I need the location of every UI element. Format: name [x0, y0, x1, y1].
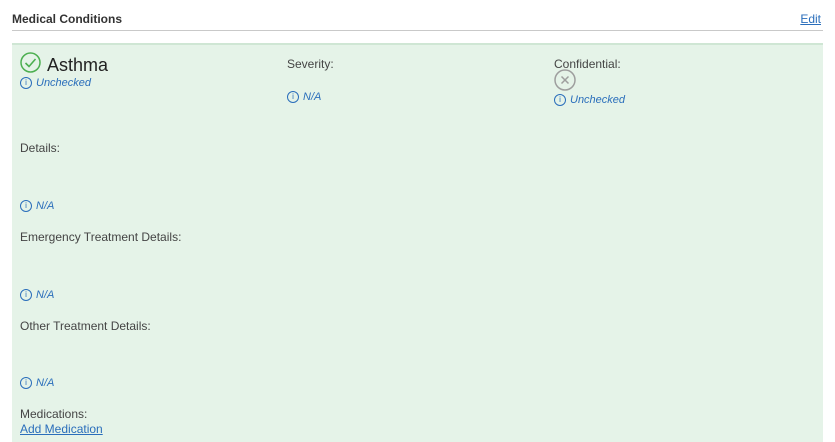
severity-label: Severity:: [287, 57, 334, 71]
header-divider: [12, 30, 823, 31]
info-icon: i: [20, 289, 32, 301]
condition-card: Asthma i Unchecked Severity: i N/A Confi…: [12, 43, 823, 442]
info-icon: i: [20, 377, 32, 389]
info-icon: i: [20, 200, 32, 212]
confidential-status-text: Unchecked: [570, 94, 626, 106]
condition-status: i Unchecked: [20, 77, 91, 89]
add-medication-link[interactable]: Add Medication: [20, 422, 103, 436]
emergency-treatment-value: i N/A: [20, 289, 54, 301]
info-icon: i: [554, 94, 566, 106]
other-treatment-value: i N/A: [20, 377, 54, 389]
details-value: i N/A: [20, 200, 54, 212]
condition-status-text: Unchecked: [36, 77, 92, 89]
info-icon: i: [20, 77, 32, 89]
severity-value-text: N/A: [303, 91, 322, 103]
emergency-treatment-value-text: N/A: [36, 289, 55, 301]
details-label: Details:: [20, 141, 61, 155]
emergency-treatment-label: Emergency Treatment Details:: [20, 230, 182, 244]
medications-label: Medications:: [20, 407, 88, 421]
check-circle-icon: [20, 52, 41, 78]
condition-name: Asthma: [47, 54, 109, 75]
confidential-status: i Unchecked: [554, 94, 625, 106]
edit-link[interactable]: Edit: [800, 12, 821, 26]
info-icon: i: [287, 91, 299, 103]
severity-value: i N/A: [287, 91, 321, 103]
condition-header: Asthma: [20, 52, 108, 78]
other-treatment-label: Other Treatment Details:: [20, 319, 151, 333]
other-treatment-value-text: N/A: [36, 377, 55, 389]
x-circle-icon: [554, 69, 576, 96]
details-value-text: N/A: [36, 200, 55, 212]
section-title: Medical Conditions: [12, 12, 123, 26]
